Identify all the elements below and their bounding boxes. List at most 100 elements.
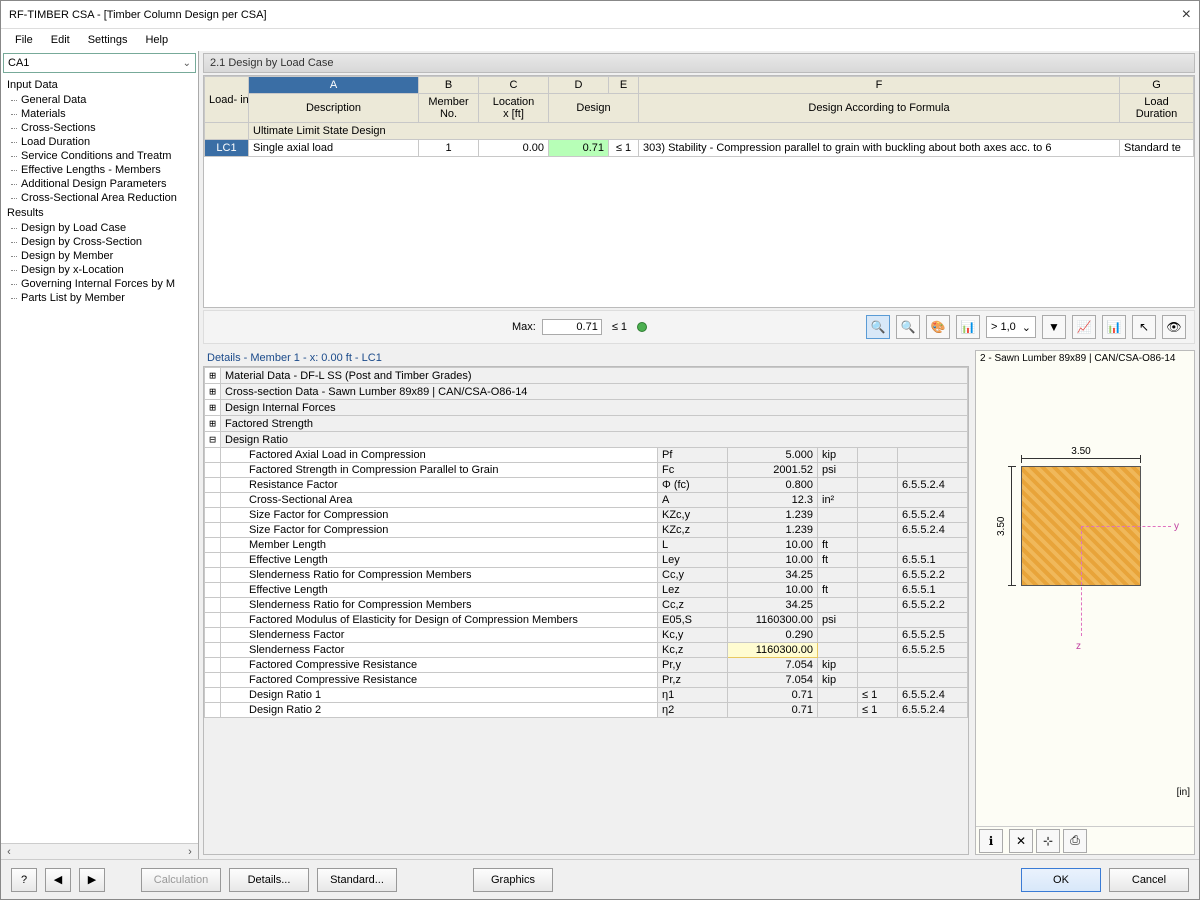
graphics-button[interactable]: Graphics [473,868,553,892]
detail-row[interactable]: Factored Modulus of Elasticity for Desig… [205,613,968,628]
col-g[interactable]: G [1120,77,1194,94]
cross-section-toolbar: ℹ ✕ ⊹ ⎙ [976,826,1194,854]
detail-row[interactable]: Resistance FactorΦ (fc)0.8006.5.5.2.4 [205,478,968,493]
cell-lc: LC1 [205,140,249,157]
detail-row[interactable]: Factored Compressive ResistancePr,z7.054… [205,673,968,688]
col-e[interactable]: E [609,77,639,94]
detail-row[interactable]: Slenderness Ratio for Compression Member… [205,568,968,583]
apply-filter-button[interactable]: ▼ [1042,315,1066,339]
tree-item[interactable]: Design by Cross-Section [1,235,198,249]
tree-item[interactable]: Design by x-Location [1,263,198,277]
nav-tree: Input Data General DataMaterialsCross-Se… [1,75,198,843]
filter-button-1[interactable]: 🔍 [866,315,890,339]
menu-edit[interactable]: Edit [43,32,78,48]
tree-item[interactable]: Parts List by Member [1,291,198,305]
detail-row[interactable]: Design Ratio 2η20.71≤ 16.5.5.2.4 [205,703,968,718]
cell-design: 0.71 [549,140,609,157]
help-button[interactable]: ? [11,868,37,892]
colors-button[interactable]: 🎨 [926,315,950,339]
max-input[interactable] [542,319,602,335]
tree-item[interactable]: Design by Member [1,249,198,263]
ok-button[interactable]: OK [1021,868,1101,892]
bars-button[interactable]: 📊 [956,315,980,339]
col-c[interactable]: C [479,77,549,94]
tree-results-head: Results [1,205,198,221]
standard-button[interactable]: Standard... [317,868,397,892]
ratio-filter-combo[interactable]: > 1,0⌄ [986,316,1036,338]
details-button[interactable]: Details... [229,868,309,892]
cell-member: 1 [419,140,479,157]
tree-item[interactable]: Governing Internal Forces by M [1,277,198,291]
detail-row[interactable]: Factored Compressive ResistancePr,y7.054… [205,658,968,673]
tree-item[interactable]: Load Duration [1,135,198,149]
tree-item[interactable]: Design by Load Case [1,221,198,235]
max-label: Max: [512,321,536,333]
menu-settings[interactable]: Settings [80,32,136,48]
case-combo[interactable]: CA1 ⌄ [3,53,196,73]
col-d[interactable]: D [549,77,609,94]
filter-button-2[interactable]: 🔍 [896,315,920,339]
main-panel: 2.1 Design by Load Case Load- ing A B C … [199,51,1199,859]
detail-row[interactable]: Member LengthL10.00ft [205,538,968,553]
cancel-button[interactable]: Cancel [1109,868,1189,892]
detail-row[interactable]: Factored Axial Load in CompressionPf5.00… [205,448,968,463]
col-f[interactable]: F [639,77,1120,94]
group-label: Design Ratio [221,432,968,448]
group-label: Factored Strength [221,416,968,432]
expand-icon[interactable]: ⊞ [205,416,221,432]
export-excel-button[interactable]: 📊 [1102,315,1126,339]
detail-row[interactable]: Effective LengthLez10.00ft6.5.5.1 [205,583,968,598]
col-member: Member No. [419,94,479,123]
col-duration: Load Duration [1120,94,1194,123]
next-button[interactable]: ▶ [79,868,105,892]
chart-button[interactable]: 📈 [1072,315,1096,339]
tree-item[interactable]: General Data [1,93,198,107]
group-label: Cross-section Data - Sawn Lumber 89x89 |… [221,384,968,400]
expand-icon[interactable]: ⊟ [205,432,221,448]
close-icon[interactable]: × [1182,6,1191,24]
footer: ? ◀ ▶ Calculation Details... Standard...… [1,859,1199,899]
tree-item[interactable]: Cross-Sectional Area Reduction [1,191,198,205]
detail-row[interactable]: Slenderness FactorKc,y0.2906.5.5.2.5 [205,628,968,643]
info-button[interactable]: ℹ [979,829,1003,853]
col-design: Design [549,94,639,123]
axes-button[interactable]: ✕ [1009,829,1033,853]
panel-title: 2.1 Design by Load Case [203,53,1195,73]
expand-icon[interactable]: ⊞ [205,400,221,416]
select-button[interactable]: ↖ [1132,315,1156,339]
detail-row[interactable]: Slenderness FactorKc,z1160300.006.5.5.2.… [205,643,968,658]
col-b[interactable]: B [419,77,479,94]
case-combo-value: CA1 [8,57,29,69]
detail-row[interactable]: Effective LengthLey10.00ft6.5.5.1 [205,553,968,568]
cross-section-title: 2 - Sawn Lumber 89x89 | CAN/CSA-O86-14 [976,351,1194,366]
detail-row[interactable]: Size Factor for CompressionKZc,z1.2396.5… [205,523,968,538]
menu-help[interactable]: Help [137,32,176,48]
sidebar-h-scrollbar[interactable]: ‹ › [1,843,198,859]
detail-row[interactable]: Size Factor for CompressionKZc,y1.2396.5… [205,508,968,523]
view-button[interactable]: 👁 [1162,315,1186,339]
expand-icon[interactable]: ⊞ [205,368,221,384]
group-row: Ultimate Limit State Design [205,123,1194,140]
data-row[interactable]: LC1 Single axial load 1 0.00 0.71 ≤ 1 30… [205,140,1194,157]
axis-z [1081,526,1082,636]
prev-button[interactable]: ◀ [45,868,71,892]
tree-item[interactable]: Materials [1,107,198,121]
col-a[interactable]: A [249,77,419,94]
calculation-button[interactable]: Calculation [141,868,221,892]
scroll-left-icon[interactable]: ‹ [1,846,17,858]
expand-icon[interactable]: ⊞ [205,384,221,400]
detail-row[interactable]: Slenderness Ratio for Compression Member… [205,598,968,613]
dim-height: 3.50 [996,466,1007,586]
dims-button[interactable]: ⊹ [1036,829,1060,853]
detail-row[interactable]: Design Ratio 1η10.71≤ 16.5.5.2.4 [205,688,968,703]
tree-item[interactable]: Cross-Sections [1,121,198,135]
group-label: Material Data - DF-L SS (Post and Timber… [221,368,968,384]
tree-item[interactable]: Effective Lengths - Members [1,163,198,177]
tree-item[interactable]: Service Conditions and Treatm [1,149,198,163]
tree-item[interactable]: Additional Design Parameters [1,177,198,191]
detail-row[interactable]: Factored Strength in Compression Paralle… [205,463,968,478]
detail-row[interactable]: Cross-Sectional AreaA12.3in² [205,493,968,508]
print-section-button[interactable]: ⎙ [1063,829,1087,853]
menu-file[interactable]: File [7,32,41,48]
scroll-right-icon[interactable]: › [182,846,198,858]
